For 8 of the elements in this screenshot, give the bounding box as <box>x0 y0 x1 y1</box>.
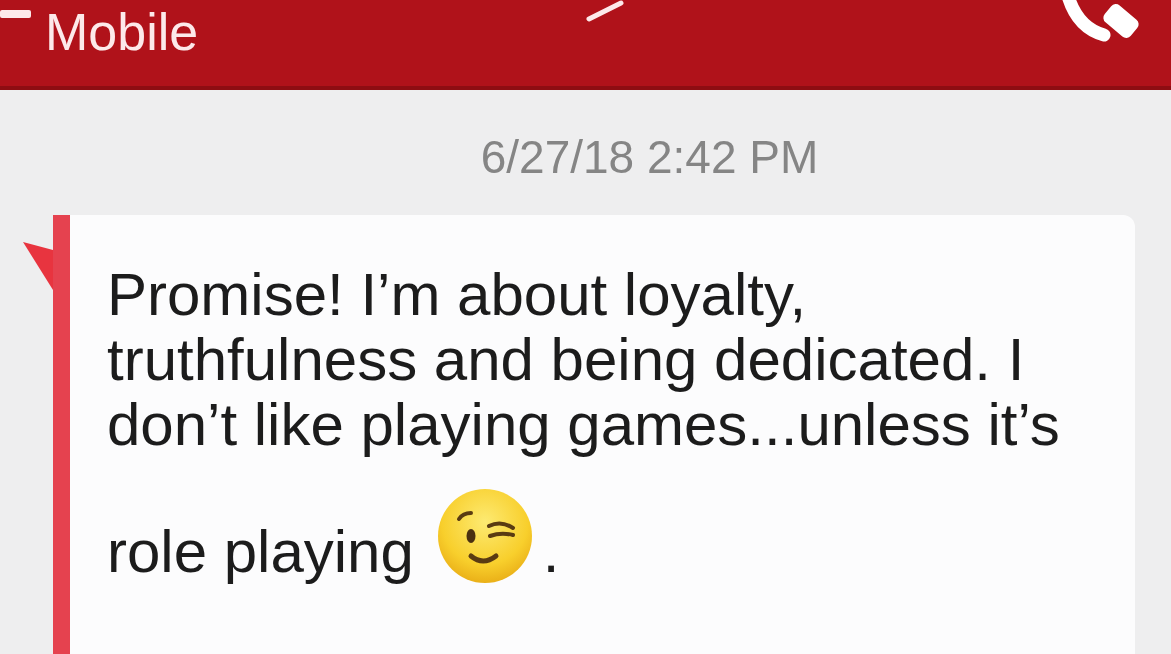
message-period: . <box>542 518 560 584</box>
message-timestamp: 6/27/18 2:42 PM <box>480 131 819 183</box>
winking-face-icon <box>436 487 533 584</box>
message-text: Promise! I’m about loyalty, truthfulness and being dedicated. I don’t like playing games...unless it’s <box>107 261 1061 457</box>
contact-label: Mobile <box>45 6 199 58</box>
message-text: role playing <box>107 518 414 584</box>
dash-icon <box>0 10 31 18</box>
stroke-icon[interactable] <box>586 0 625 22</box>
